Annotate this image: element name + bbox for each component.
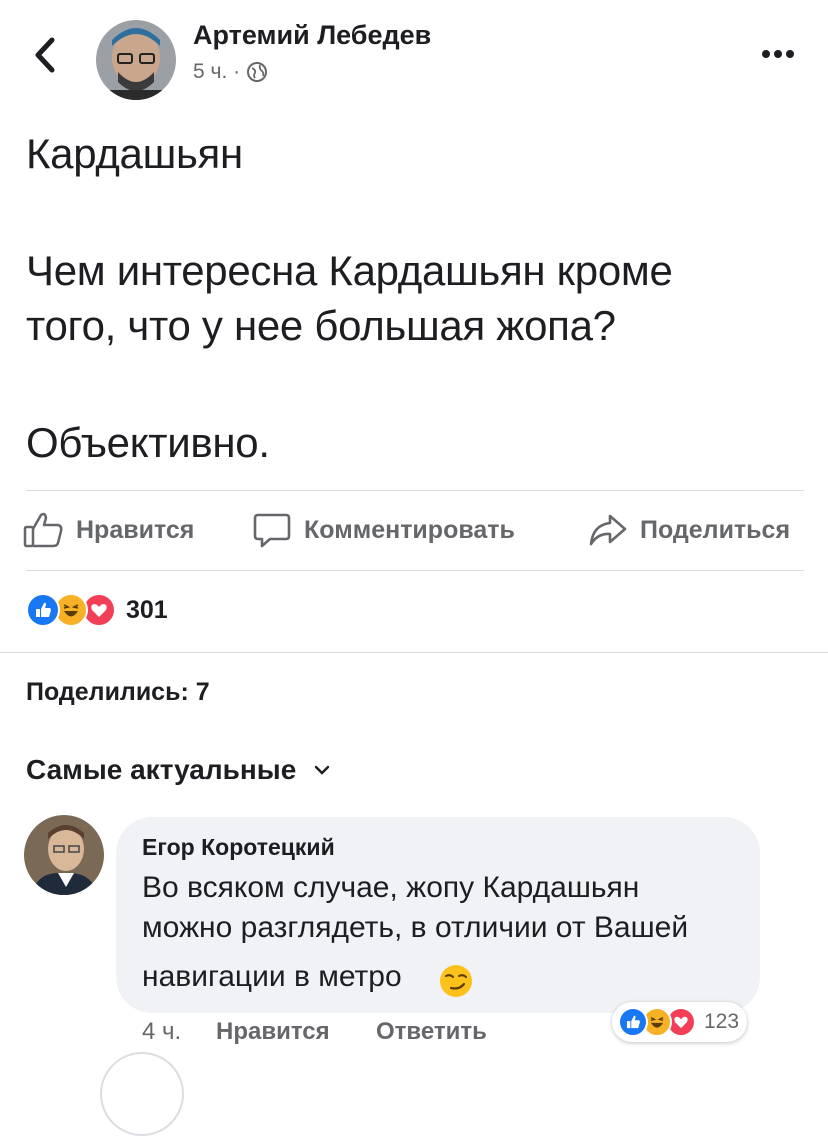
post-text-line: того, что у нее большая жопа? [26,302,616,349]
comment-like-button[interactable]: Нравится [216,1018,330,1046]
thumbs-up-icon [23,512,63,548]
like-reaction-icon [618,1007,648,1037]
post-title: Кардашьян [26,130,243,177]
smirk-emoji [438,963,474,999]
commenter-avatar[interactable] [24,815,104,895]
divider [26,490,804,491]
back-button[interactable] [22,26,70,84]
share-button[interactable]: Поделиться [588,506,790,554]
comment-text-line: навигации в метро [142,960,402,993]
share-icon [589,514,627,546]
post-meta: 5 ч. · [193,60,268,84]
comment-text-line: Во всяком случае, жопу Кардашьян [142,871,640,904]
comment-icon [253,513,291,548]
author-avatar[interactable] [96,20,176,100]
post-time: 5 ч. · [193,60,241,83]
author-name[interactable]: Артемий Лебедев [193,20,431,51]
comment-reaction-count: 123 [704,1010,740,1033]
comment-label: Комментировать [304,515,515,544]
comment-text-line: можно разглядеть, в отличии от Вашей [142,911,689,944]
share-label: Поделиться [640,515,791,544]
reaction-count: 301 [126,595,168,624]
next-avatar [100,1052,184,1136]
like-button[interactable]: Нравится [22,506,194,554]
chevron-down-icon [315,765,330,775]
sort-label: Самые актуальные [26,754,297,785]
commenter-name[interactable]: Егор Коротецкий [142,834,335,861]
like-label: Нравится [76,515,195,544]
like-reaction-icon [26,593,60,627]
more-options-button[interactable] [752,42,804,66]
chevron-left-icon [35,37,55,73]
comment-sort-dropdown[interactable]: Самые актуальные [26,754,330,786]
divider [26,570,804,571]
comment-button[interactable]: Комментировать [252,506,515,554]
post-text-line: Чем интересна Кардашьян кроме [26,247,673,294]
section-divider [0,652,828,653]
reactions-summary[interactable]: 301 [26,592,168,628]
more-icon [762,50,794,58]
comment-reactions[interactable]: 123 [612,1002,748,1042]
globe-icon [247,62,268,82]
comment-time: 4 ч. [142,1018,182,1045]
shares-count[interactable]: Поделились: 7 [26,678,210,707]
post-text-line: Объективно. [26,419,270,466]
comment-reply-button[interactable]: Ответить [376,1018,487,1046]
